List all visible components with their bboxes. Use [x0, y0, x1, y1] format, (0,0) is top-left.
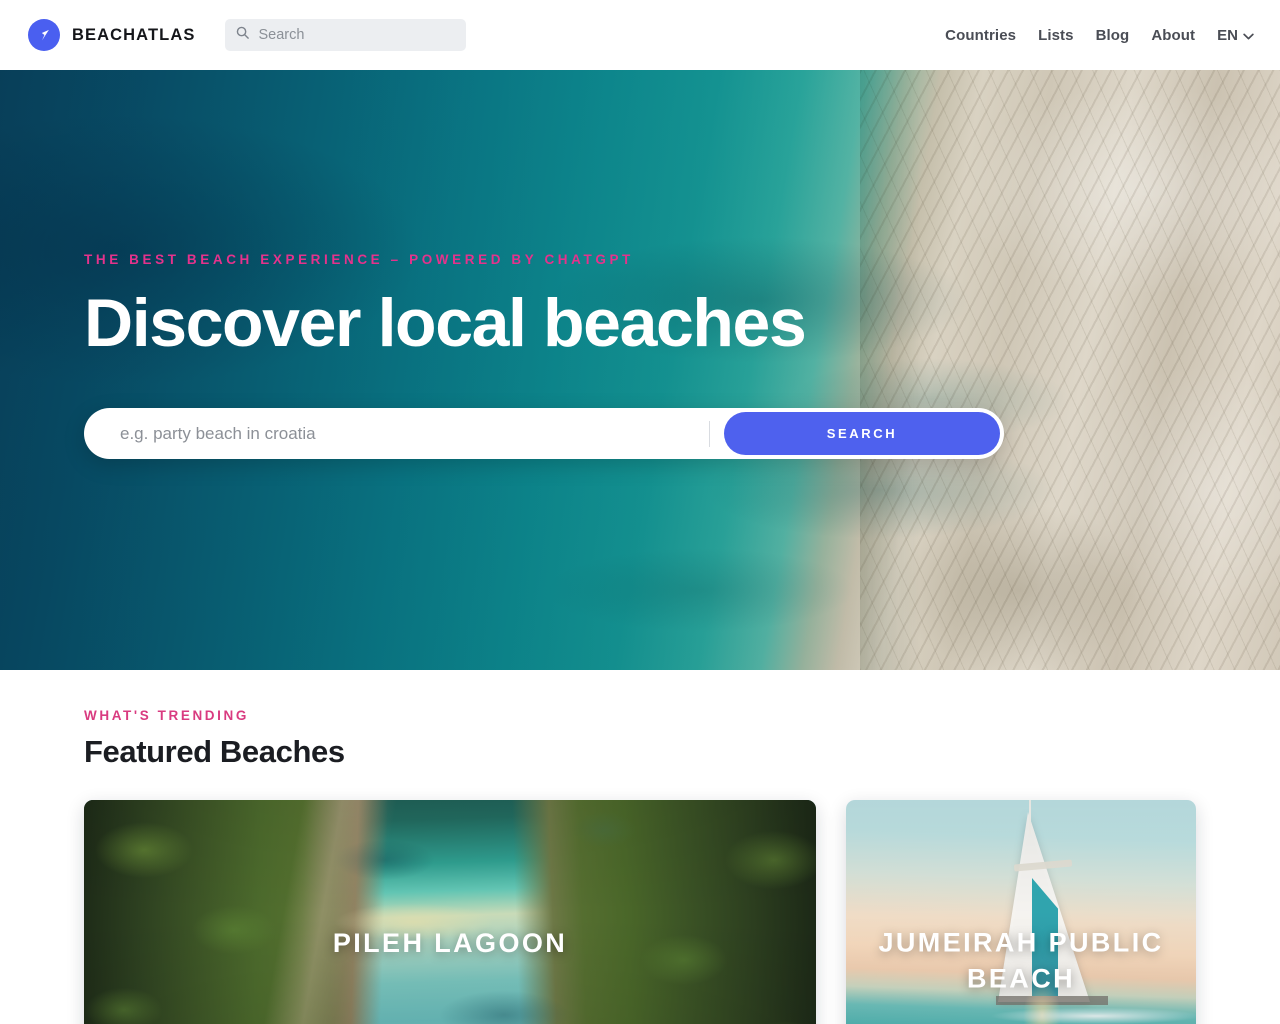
language-label: EN — [1217, 26, 1238, 44]
header-search-input[interactable] — [258, 19, 457, 51]
hero-search-bar[interactable]: SEARCH — [84, 408, 1004, 460]
brand-name: BEACHATLAS — [72, 25, 196, 44]
beach-card-pileh-lagoon[interactable]: PILEH LAGOON — [84, 800, 816, 1024]
beach-card-jumeirah-public-beach[interactable]: JUMEIRAH PUBLIC BEACH — [846, 800, 1196, 1024]
nav-item-countries[interactable]: Countries — [945, 27, 1016, 44]
page-title: Discover local beaches — [84, 285, 807, 361]
site-header: BEACHATLAS Countries Lists Blog About EN — [0, 0, 1280, 70]
main-navigation: Countries Lists Blog About EN — [945, 27, 1254, 44]
card-overlay — [84, 800, 816, 1024]
beach-card-title: JUMEIRAH PUBLIC BEACH — [878, 927, 1164, 994]
navigation-arrow-icon — [28, 19, 60, 51]
nav-item-lists[interactable]: Lists — [1038, 27, 1074, 44]
hero-search-input[interactable] — [84, 408, 709, 460]
nav-item-about[interactable]: About — [1151, 27, 1195, 44]
section-kicker: WHAT'S TRENDING — [84, 708, 249, 723]
search-icon — [235, 25, 250, 45]
beach-card-title: PILEH LAGOON — [332, 928, 568, 959]
featured-cards-grid: PILEH LAGOON JUMEIRAH PUBLIC BEACH — [84, 800, 1196, 1024]
brand-logo-link[interactable]: BEACHATLAS — [28, 19, 195, 51]
search-divider — [709, 420, 710, 447]
hero-content: THE BEST BEACH EXPERIENCE – POWERED BY C… — [84, 252, 1196, 460]
featured-beaches-section: WHAT'S TRENDING Featured Beaches PILEH L… — [0, 670, 1280, 1024]
nav-item-blog[interactable]: Blog — [1096, 27, 1130, 44]
hero-search-button[interactable]: SEARCH — [724, 412, 1000, 456]
language-switcher[interactable]: EN — [1217, 27, 1254, 44]
hero-section: THE BEST BEACH EXPERIENCE – POWERED BY C… — [0, 70, 1280, 670]
chevron-down-icon — [1243, 27, 1254, 44]
header-search-box[interactable] — [225, 19, 467, 51]
hero-eyebrow: THE BEST BEACH EXPERIENCE – POWERED BY C… — [84, 252, 634, 267]
section-title: Featured Beaches — [84, 734, 345, 769]
